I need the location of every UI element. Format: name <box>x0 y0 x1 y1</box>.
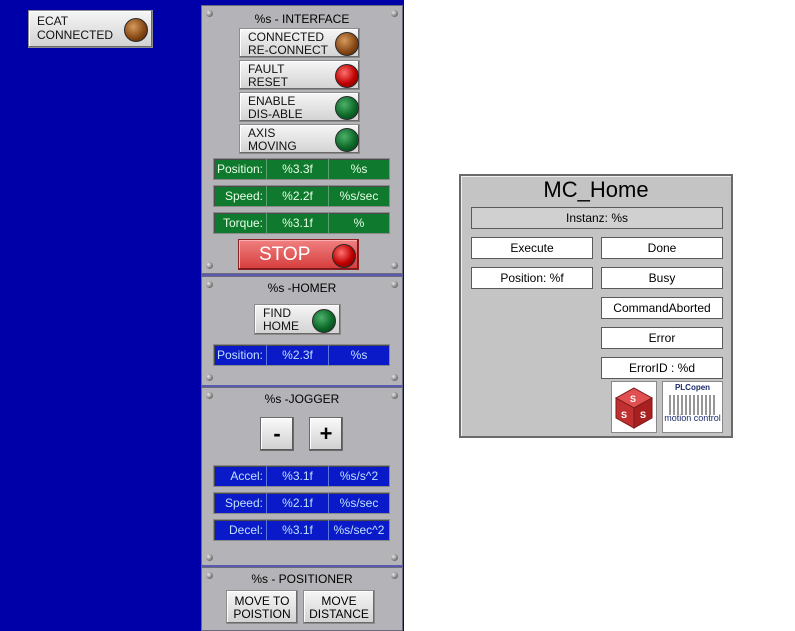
button-label-line2: RESET <box>248 75 289 89</box>
screw-icon <box>391 374 398 381</box>
readout-unit: %s/sec <box>328 493 389 513</box>
jog-speed-readout: Speed: %2.1f %s/sec <box>213 492 390 514</box>
command-aborted-output: CommandAborted <box>601 297 723 319</box>
ecat-status-lamp-icon <box>124 18 148 42</box>
accel-readout: Accel: %3.1f %s/s^2 <box>213 465 390 487</box>
speed-readout: Speed: %2.2f %s/sec <box>213 185 390 207</box>
positioner-title: %s - POSITIONER <box>251 572 353 586</box>
stop-lamp-icon <box>332 244 356 268</box>
readout-unit: %s <box>328 345 389 365</box>
stop-button[interactable]: STOP <box>238 239 359 270</box>
mc-home-title: MC_Home <box>543 177 649 202</box>
busy-output: Busy <box>601 267 723 289</box>
position-readout: Position: %3.3f %s <box>213 158 390 180</box>
enable-disable-button[interactable]: ENABLE DIS-ABLE <box>239 92 360 122</box>
readout-label: Torque: <box>222 216 263 230</box>
jog-plus-button[interactable]: + <box>309 417 343 451</box>
ecat-label-line2: CONNECTED <box>37 28 114 42</box>
error-id-output: ErrorID : %d <box>601 357 723 379</box>
stop-label: STOP <box>259 244 311 265</box>
torque-readout: Torque: %3.1f % <box>213 212 390 234</box>
error-output: Error <box>601 327 723 349</box>
readout-value: %2.2f <box>266 186 328 206</box>
axis-moving-button[interactable]: AXIS MOVING <box>239 124 360 154</box>
mc-home-block: MC_Home Instanz: %s Execute Done Positio… <box>459 174 733 438</box>
jogger-panel: %s -JOGGER - + Accel: %3.1f %s/s^2 Speed… <box>201 387 403 566</box>
readout-value: %3.1f <box>266 520 328 540</box>
move-to-position-button[interactable]: MOVE TO POISTION <box>226 590 298 624</box>
jogger-title: %s -JOGGER <box>264 392 340 406</box>
readout-unit: %s/sec^2 <box>328 520 389 540</box>
enable-lamp-icon <box>335 96 359 120</box>
home-position-readout: Position: %2.3f %s <box>213 344 390 366</box>
readout-label: Decel: <box>228 523 263 537</box>
readout-label: Position: <box>216 348 263 362</box>
readout-unit: % <box>328 213 389 233</box>
instance-field: Instanz: %s <box>471 207 723 229</box>
screw-icon <box>391 262 398 269</box>
readout-value: %2.1f <box>266 493 328 513</box>
decel-readout: Decel: %3.1f %s/sec^2 <box>213 519 390 541</box>
button-label-line2: RE-CONNECT <box>248 43 328 57</box>
ecat-label-line1: ECAT <box>37 14 69 28</box>
readout-label: Speed: <box>224 189 263 203</box>
homer-panel: %s -HOMER FIND HOME Position: %2.3f %s <box>201 276 403 386</box>
readout-value: %2.3f <box>266 345 328 365</box>
connected-reconnect-button[interactable]: CONNECTED RE-CONNECT <box>239 28 360 58</box>
find-home-lamp-icon <box>312 309 336 333</box>
readout-unit: %s/sec <box>328 186 389 206</box>
readout-unit: %s <box>328 159 389 179</box>
interface-title: %s - INTERFACE <box>254 12 350 26</box>
jog-minus-button[interactable]: - <box>260 417 294 451</box>
sss-logo-icon: S S S <box>611 381 657 433</box>
execute-input[interactable]: Execute <box>471 237 593 259</box>
move-distance-button[interactable]: MOVE DISTANCE <box>303 590 375 624</box>
readout-value: %3.1f <box>266 213 328 233</box>
screw-icon <box>206 374 213 381</box>
axis-moving-lamp-icon <box>335 128 359 152</box>
fault-reset-button[interactable]: FAULT RESET <box>239 60 360 90</box>
readout-unit: %s/s^2 <box>328 466 389 486</box>
interface-panel: %s - INTERFACE CONNECTED RE-CONNECT FAUL… <box>201 5 403 274</box>
button-label-line2: DIS-ABLE <box>248 107 303 121</box>
svg-text:S: S <box>640 410 646 420</box>
screw-icon <box>391 554 398 561</box>
screw-icon <box>206 262 213 269</box>
readout-label: Speed: <box>224 496 263 510</box>
svg-text:S: S <box>630 394 636 404</box>
button-label-line2: POISTION <box>233 607 291 621</box>
button-label-line2: HOME <box>263 319 299 333</box>
ecat-connected-button[interactable]: ECAT CONNECTED <box>28 10 153 48</box>
readout-value: %3.3f <box>266 159 328 179</box>
fault-lamp-icon <box>335 64 359 88</box>
positioner-panel: %s - POSITIONER MOVE TO POISTION MOVE DI… <box>201 567 403 631</box>
readout-value: %3.1f <box>266 466 328 486</box>
find-home-button[interactable]: FIND HOME <box>254 304 341 335</box>
svg-text:S: S <box>621 410 627 420</box>
readout-label: Position: <box>216 162 263 176</box>
screw-icon <box>206 554 213 561</box>
position-input[interactable]: Position: %f <box>471 267 593 289</box>
connected-lamp-icon <box>335 32 359 56</box>
done-output: Done <box>601 237 723 259</box>
readout-label: Accel: <box>230 469 263 483</box>
button-label-line2: MOVING <box>248 139 297 153</box>
button-label-line2: DISTANCE <box>309 607 369 621</box>
plcopen-motion-control-logo-icon: PLCopen motion control <box>662 381 723 433</box>
homer-title: %s -HOMER <box>267 281 337 295</box>
